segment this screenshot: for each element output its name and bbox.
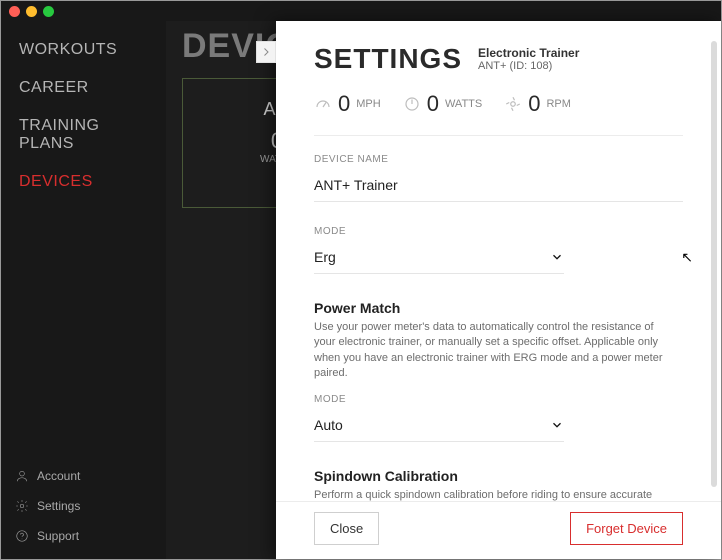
panel-expand-button[interactable] — [256, 41, 276, 63]
metric-speed-value: 0 — [338, 91, 350, 117]
window-minimize-dot[interactable] — [26, 6, 37, 17]
panel-scrollbar[interactable] — [711, 41, 717, 487]
chevron-down-icon — [550, 418, 564, 432]
help-icon — [15, 529, 29, 543]
metric-power-value: 0 — [427, 91, 439, 117]
metrics-row: 0 MPH 0 WATTS 0 RPM — [314, 91, 683, 136]
sidebar-footer-account[interactable]: Account — [1, 461, 166, 491]
mode-select[interactable]: Erg — [314, 245, 564, 274]
spindown-desc: Perform a quick spindown calibration bef… — [314, 484, 674, 501]
power-match-title: Power Match — [314, 280, 683, 316]
panel-body[interactable]: 0 MPH 0 WATTS 0 RPM DEVICE NAME — [276, 91, 721, 501]
sidebar-item-training-plans[interactable]: TRAINING PLANS — [1, 107, 166, 163]
sidebar-item-workouts[interactable]: WORKOUTS — [1, 31, 166, 69]
sidebar-footer-label: Support — [37, 529, 79, 543]
panel-device-conn: ANT+ (ID: 108) — [478, 60, 579, 72]
cadence-icon — [504, 95, 522, 113]
panel-title: SETTINGS — [314, 43, 462, 75]
chevron-down-icon — [550, 250, 564, 264]
sidebar-item-devices[interactable]: DEVICES — [1, 163, 166, 201]
section-power-match-mode: MODE Auto — [314, 392, 683, 448]
device-name-input[interactable] — [314, 173, 683, 202]
metric-power: 0 WATTS — [403, 91, 483, 117]
sidebar-footer-support[interactable]: Support — [1, 521, 166, 551]
user-icon — [15, 469, 29, 483]
metric-speed: 0 MPH — [314, 91, 381, 117]
metric-speed-unit: MPH — [356, 98, 380, 110]
power-icon — [403, 95, 421, 113]
sidebar-footer-label: Settings — [37, 499, 80, 513]
sidebar-footer-settings[interactable]: Settings — [1, 491, 166, 521]
sidebar-footer-label: Account — [37, 469, 80, 483]
close-button[interactable]: Close — [314, 512, 379, 545]
sidebar-footer: Account Settings Support — [1, 461, 166, 559]
gear-icon — [15, 499, 29, 513]
power-match-mode-label: MODE — [314, 394, 683, 413]
section-device-name: DEVICE NAME — [314, 136, 683, 208]
power-match-desc: Use your power meter's data to automatic… — [314, 316, 674, 392]
mode-select-value: Erg — [314, 249, 336, 265]
sidebar: WORKOUTS CAREER TRAINING PLANS DEVICES A… — [1, 21, 166, 559]
metric-power-unit: WATTS — [445, 98, 482, 110]
mouse-cursor: ↖ — [681, 249, 693, 266]
speedometer-icon — [314, 95, 332, 113]
sidebar-item-career[interactable]: CAREER — [1, 69, 166, 107]
panel-footer: Close Forget Device — [276, 501, 721, 559]
panel-header: SETTINGS Electronic Trainer ANT+ (ID: 10… — [276, 21, 721, 91]
window-zoom-dot[interactable] — [43, 6, 54, 17]
metric-cadence-unit: RPM — [546, 98, 570, 110]
device-name-label: DEVICE NAME — [314, 154, 683, 173]
metric-cadence-value: 0 — [528, 91, 540, 117]
metric-cadence: 0 RPM — [504, 91, 571, 117]
panel-device-type: Electronic Trainer — [478, 46, 579, 60]
forget-device-button[interactable]: Forget Device — [570, 512, 683, 545]
chevron-right-icon — [260, 46, 272, 58]
mode-label: MODE — [314, 226, 683, 245]
spindown-title: Spindown Calibration — [314, 448, 683, 484]
window-close-dot[interactable] — [9, 6, 20, 17]
settings-panel: SETTINGS Electronic Trainer ANT+ (ID: 10… — [276, 21, 721, 559]
power-match-mode-select[interactable]: Auto — [314, 413, 564, 442]
window-titlebar — [1, 1, 721, 21]
sidebar-nav: WORKOUTS CAREER TRAINING PLANS DEVICES — [1, 21, 166, 201]
section-mode: MODE Erg — [314, 208, 683, 280]
power-match-mode-value: Auto — [314, 417, 343, 433]
